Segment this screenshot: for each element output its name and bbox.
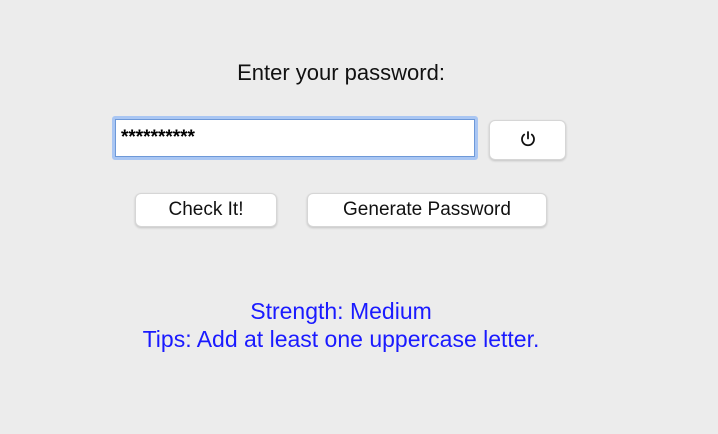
password-input[interactable] — [112, 116, 478, 160]
strength-result: Strength: Medium — [250, 298, 432, 324]
check-it-button[interactable]: Check It! — [135, 193, 277, 227]
tips-result: Tips: Add at least one uppercase letter. — [142, 326, 540, 352]
password-prompt-label: Enter your password: — [237, 60, 445, 85]
password-checker-page: Enter your password: Check It! Generate … — [0, 0, 718, 434]
generate-password-button[interactable]: Generate Password — [307, 193, 547, 227]
power-icon — [519, 130, 537, 151]
reset-button[interactable] — [489, 120, 566, 160]
